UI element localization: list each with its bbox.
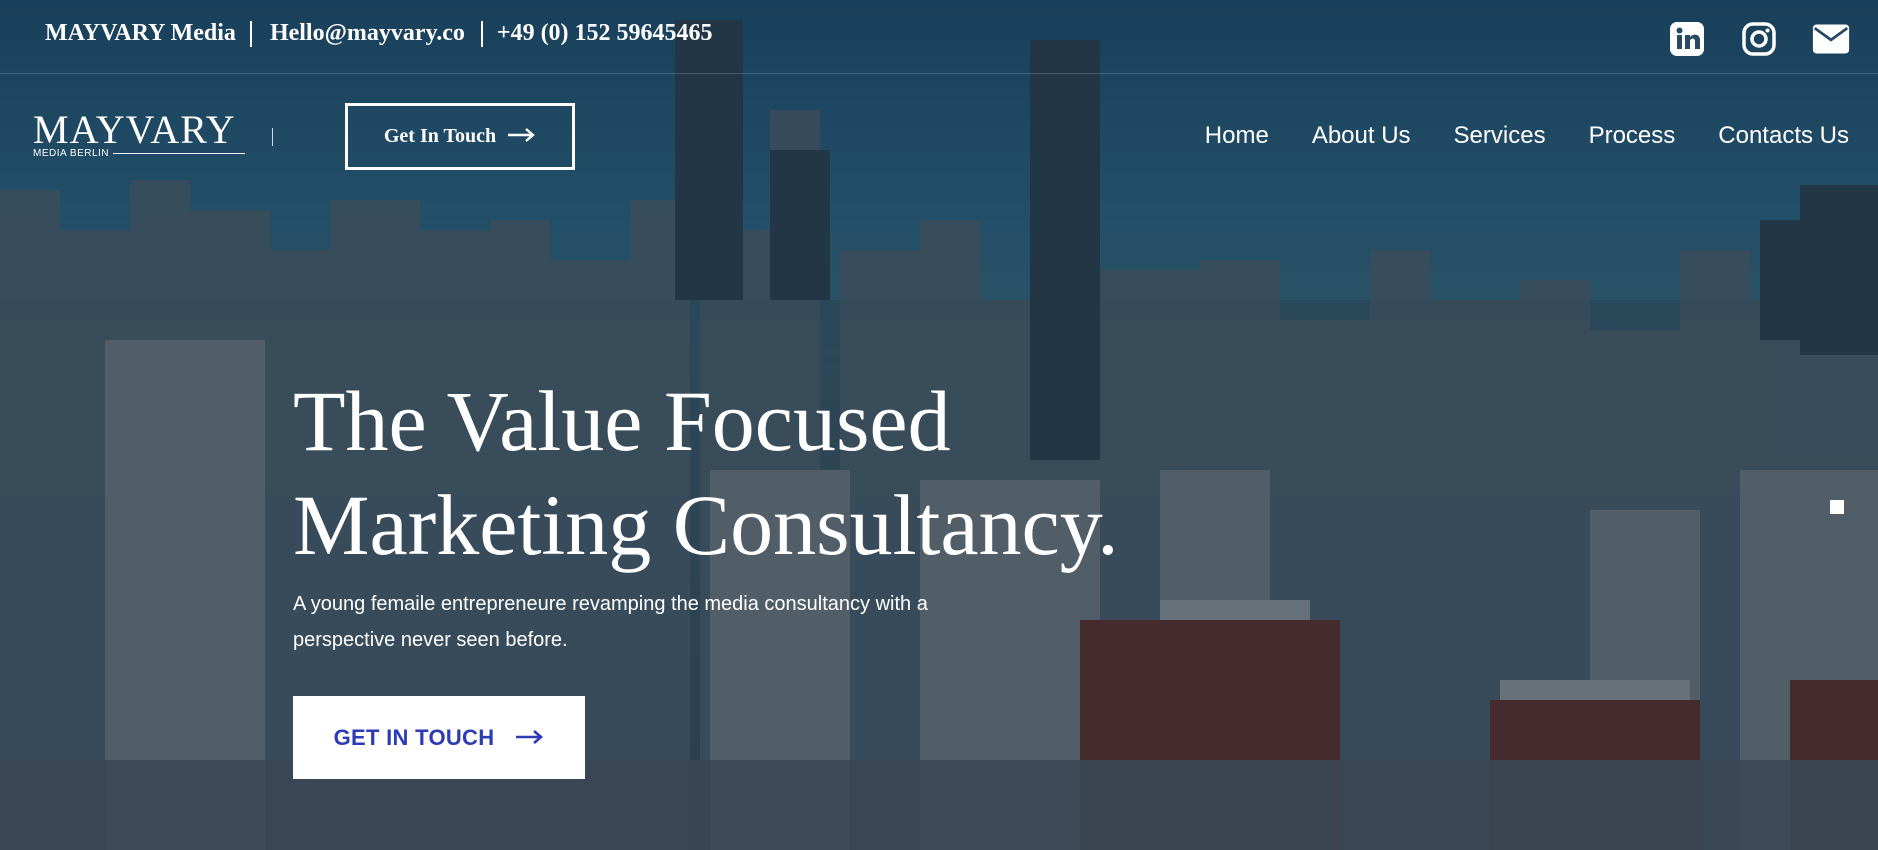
logo-subtitle-text: MEDIA BERLIN xyxy=(33,148,110,159)
cta-label: GET IN TOUCH xyxy=(333,724,495,750)
header-divider xyxy=(272,128,273,146)
email-link[interactable]: Hello@mayvary.co xyxy=(270,20,465,47)
arrow-right-icon xyxy=(508,125,536,148)
nav-item-home[interactable]: Home xyxy=(1205,122,1269,150)
instagram-icon[interactable] xyxy=(1740,21,1778,57)
nav-item-contacts-us[interactable]: Contacts Us xyxy=(1718,122,1849,150)
divider xyxy=(249,20,252,47)
nav-item-about-us[interactable]: About Us xyxy=(1312,122,1411,150)
hero-title-line-2: Marketing Consultancy. xyxy=(293,477,1119,573)
phone-link[interactable]: +49 (0) 152 59645465 xyxy=(497,20,713,47)
arrow-right-icon xyxy=(516,725,544,751)
mail-icon[interactable] xyxy=(1812,21,1850,57)
hero-subtitle: A young femaile entrepreneure revamping … xyxy=(293,593,928,651)
social-links xyxy=(1668,21,1850,57)
header-button-label: Get In Touch xyxy=(383,125,497,147)
top-bar: MAYVARY Media Hello@mayvary.co +49 (0) 1… xyxy=(0,0,1878,74)
divider xyxy=(480,20,483,47)
logo-wordmark: MAYVARY xyxy=(33,107,236,152)
site-logo[interactable]: MAYVARY MEDIA BERLIN xyxy=(33,110,245,159)
main-nav: Home About Us Services Process Contacts … xyxy=(1205,122,1849,150)
contact-info: MAYVARY Media Hello@mayvary.co +49 (0) 1… xyxy=(45,20,713,47)
nav-item-services[interactable]: Services xyxy=(1454,122,1546,150)
hero-title-line-1: The Value Focused xyxy=(293,373,951,469)
logo-underline xyxy=(113,153,245,154)
get-in-touch-header-button[interactable]: Get In Touch xyxy=(345,103,575,170)
hero-title: The Value Focused Marketing Consultancy. xyxy=(293,369,1119,577)
linkedin-icon[interactable] xyxy=(1668,21,1706,57)
brand-name: MAYVARY Media xyxy=(45,20,236,46)
get-in-touch-cta-button[interactable]: GET IN TOUCH xyxy=(293,696,585,779)
slider-indicator[interactable] xyxy=(1830,500,1844,514)
nav-item-process[interactable]: Process xyxy=(1589,122,1676,150)
